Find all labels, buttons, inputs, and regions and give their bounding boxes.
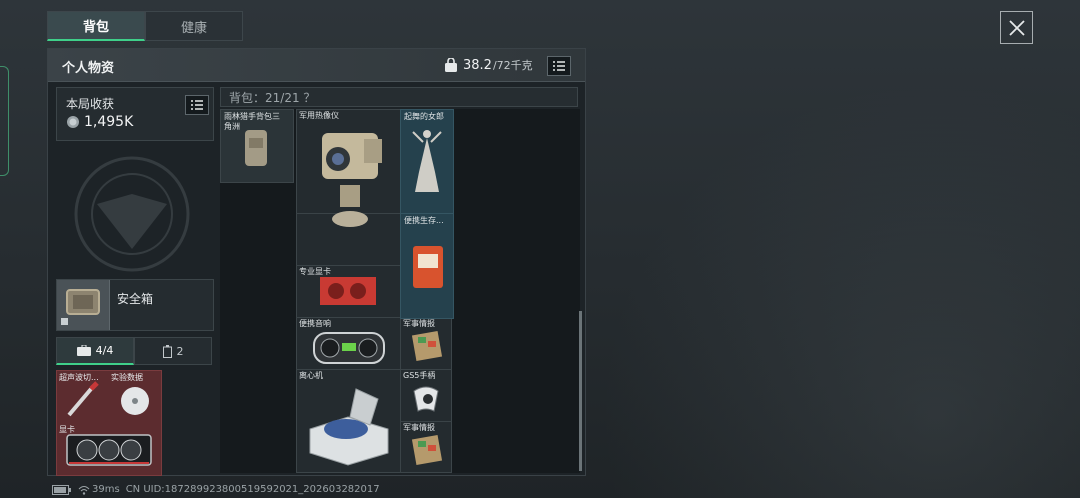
grid-item-pro-graphics-card[interactable]: 专业显卡 <box>296 265 400 317</box>
safe-box-slot[interactable]: 安全箱 <box>56 279 214 331</box>
loot-list-button[interactable] <box>185 95 209 115</box>
panel-list-button[interactable] <box>547 56 571 76</box>
grid-item-gamepad[interactable]: GS5手柄 <box>400 369 452 421</box>
backpack-header: 背包：21/21 ？ <box>220 87 578 107</box>
weight-max: /72千克 <box>492 59 533 72</box>
coin-icon <box>67 116 79 128</box>
list-icon <box>553 61 565 71</box>
intel-board-icon <box>411 330 443 362</box>
safe-item-graphics-card[interactable]: 显卡 <box>57 423 161 475</box>
grid-item-dancing-lady[interactable]: 起舞的女郎 <box>400 109 454 215</box>
safe-item-ultrasonic-cutter[interactable]: 超声波切... <box>57 371 109 423</box>
side-edge-handle[interactable] <box>0 66 9 176</box>
thermal-imager-icon <box>322 133 382 227</box>
close-button[interactable] <box>1000 11 1033 44</box>
match-loot-amount: 1,495K <box>84 114 134 130</box>
grid-item-survival-kit[interactable]: 便携生存... <box>400 213 454 319</box>
match-loot-box[interactable]: 本局收获 1,495K <box>56 87 214 141</box>
grid-item-military-intel[interactable]: 军事情报 <box>400 317 452 369</box>
status-footer: 39ms CN UID:18728992380051959202​1_20260… <box>52 484 380 495</box>
weight-indicator: 38.2/72千克 <box>444 57 533 73</box>
intel-board-icon <box>411 434 443 466</box>
user-uid: CN UID:18728992380051959202​1_2026032820… <box>125 484 380 495</box>
safe-box-icon <box>61 289 100 325</box>
data-disc-icon <box>121 387 149 415</box>
boombox-icon <box>313 332 385 364</box>
tab-backpack[interactable]: 背包 <box>47 11 145 41</box>
safe-box-grid: 超声波切... 实验数据 显卡 <box>56 370 162 476</box>
match-loot-value: 1,495K <box>66 114 133 130</box>
backpack-scrollbar[interactable] <box>579 311 582 471</box>
faction-emblem-icon <box>74 156 190 272</box>
survival-kit-icon <box>413 246 443 288</box>
wifi-icon <box>78 485 90 495</box>
tab-health[interactable]: 健康 <box>145 11 243 41</box>
briefcase-icon <box>76 345 91 356</box>
personal-supplies-panel: 个人物资 38.2/72千克 本局收获 1,495K 安全箱 4/4 2 超声波… <box>47 48 586 476</box>
grid-item-military-intel-2[interactable]: 军事情报 <box>400 421 452 473</box>
backpack-grid: 雨林猎手背包三角洲 军用热像仪 起舞的女郎 便携生存... 专业显卡 便携音响 … <box>220 109 580 473</box>
safe-box-thumbnail <box>57 280 110 330</box>
secondary-count: 2 <box>176 344 184 358</box>
graphics-card-icon <box>66 434 152 466</box>
ultrasonic-cutter-icon <box>67 381 99 417</box>
safe-box-count: 4/4 <box>95 344 114 357</box>
grid-item-centrifuge[interactable]: 离心机 <box>296 369 400 473</box>
panel-header: 个人物资 38.2/72千克 <box>48 49 585 82</box>
centrifuge-icon <box>309 388 389 466</box>
dancing-lady-statue-icon <box>412 130 442 192</box>
list-icon <box>191 100 203 110</box>
grid-item-thermal-imager[interactable]: 军用热像仪 <box>296 109 400 265</box>
container-tabs: 4/4 2 <box>56 337 212 365</box>
gamepad-icon <box>413 386 439 412</box>
backpack-icon <box>245 130 267 166</box>
ping-value: 39ms <box>92 484 120 495</box>
grid-item-boombox[interactable]: 便携音响 <box>296 317 400 369</box>
top-tabs: 背包 健康 <box>47 11 243 41</box>
tab-safe-box-slots[interactable]: 4/4 <box>56 337 134 365</box>
tab-secondary-slots[interactable]: 2 <box>134 337 212 365</box>
weight-icon <box>445 57 457 72</box>
backpack-capacity[interactable]: 背包：21/21 ？ <box>229 89 315 106</box>
background-glow <box>600 80 1080 498</box>
panel-title: 个人物资 <box>62 61 115 76</box>
safe-item-experiment-data[interactable]: 实验数据 <box>109 371 161 423</box>
grid-item-backpack[interactable]: 雨林猎手背包三角洲 <box>220 109 294 183</box>
battery-icon <box>162 344 172 358</box>
close-icon <box>1008 19 1025 36</box>
weight-current: 38.2 <box>463 57 492 73</box>
safe-box-label: 安全箱 <box>117 292 154 306</box>
match-loot-title: 本局收获 <box>66 97 115 111</box>
battery-level-icon <box>52 484 71 495</box>
pro-graphics-card-icon <box>320 277 376 305</box>
